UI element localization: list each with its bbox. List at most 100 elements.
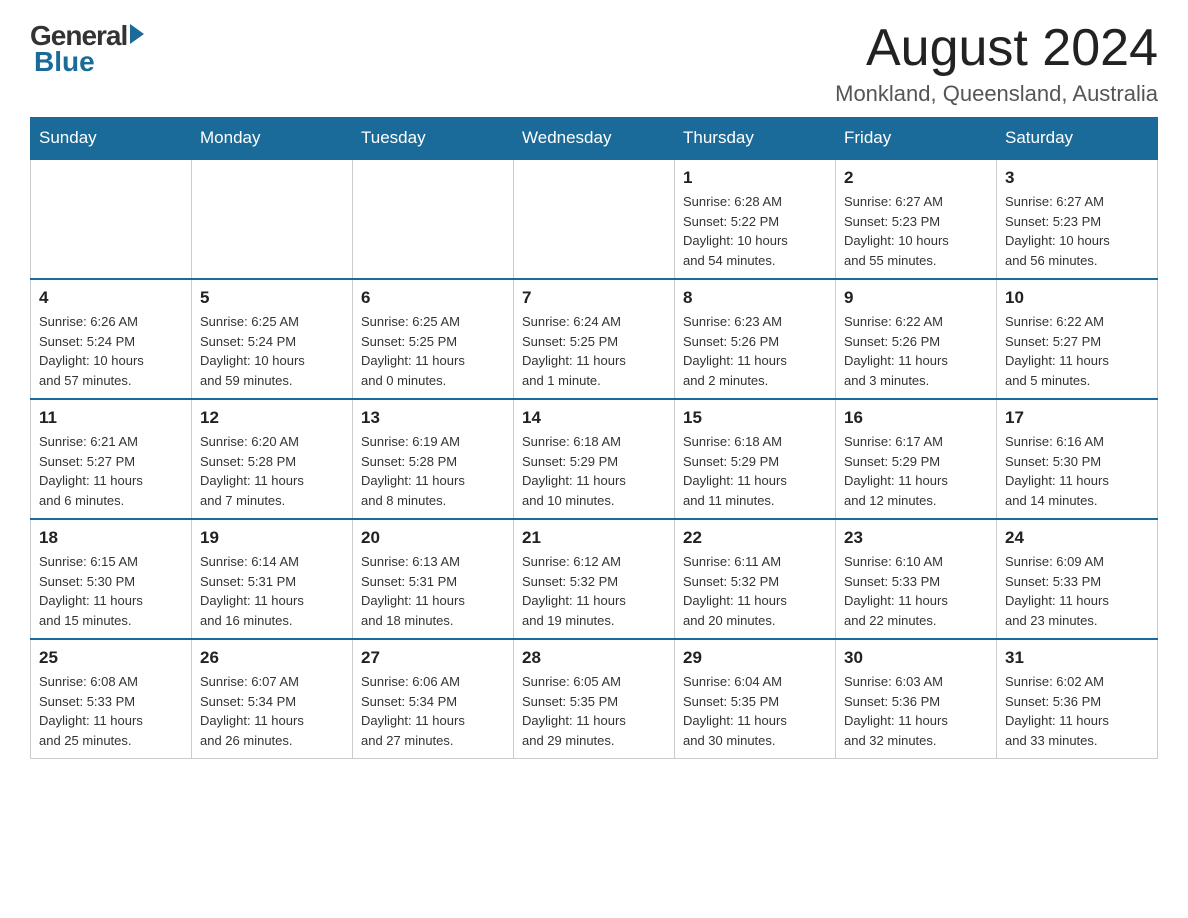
calendar-week-5: 25Sunrise: 6:08 AMSunset: 5:33 PMDayligh… bbox=[31, 639, 1158, 759]
day-info: Sunrise: 6:25 AMSunset: 5:24 PMDaylight:… bbox=[200, 312, 344, 390]
day-info: Sunrise: 6:24 AMSunset: 5:25 PMDaylight:… bbox=[522, 312, 666, 390]
day-number: 29 bbox=[683, 648, 827, 668]
day-info: Sunrise: 6:15 AMSunset: 5:30 PMDaylight:… bbox=[39, 552, 183, 630]
day-header-wednesday: Wednesday bbox=[514, 118, 675, 160]
day-number: 31 bbox=[1005, 648, 1149, 668]
calendar-cell: 28 Sunrise: 6:05 AMSunset: 5:35 PMDayligh… bbox=[514, 639, 675, 759]
calendar-week-1: 1 Sunrise: 6:28 AMSunset: 5:22 PMDaylight… bbox=[31, 159, 1158, 279]
day-info: Sunrise: 6:28 AMSunset: 5:22 PMDaylight:… bbox=[683, 192, 827, 270]
day-info: Sunrise: 6:18 AMSunset: 5:29 PMDaylight:… bbox=[522, 432, 666, 510]
day-info: Sunrise: 6:25 AMSunset: 5:25 PMDaylight:… bbox=[361, 312, 505, 390]
calendar-cell: 29 Sunrise: 6:04 AMSunset: 5:35 PMDayligh… bbox=[675, 639, 836, 759]
day-header-thursday: Thursday bbox=[675, 118, 836, 160]
logo: General Blue bbox=[30, 20, 144, 78]
day-header-friday: Friday bbox=[836, 118, 997, 160]
calendar-week-3: 11 Sunrise: 6:21 AMSunset: 5:27 PMDayligh… bbox=[31, 399, 1158, 519]
calendar-cell: 14Sunrise: 6:18 AMSunset: 5:29 PMDayligh… bbox=[514, 399, 675, 519]
calendar-cell: 31 Sunrise: 6:02 AMSunset: 5:36 PMDayligh… bbox=[997, 639, 1158, 759]
calendar-cell: 21 Sunrise: 6:12 AMSunset: 5:32 PMDayligh… bbox=[514, 519, 675, 639]
day-info: Sunrise: 6:04 AMSunset: 5:35 PMDaylight:… bbox=[683, 672, 827, 750]
calendar-cell: 5 Sunrise: 6:25 AMSunset: 5:24 PMDaylight… bbox=[192, 279, 353, 399]
day-info: Sunrise: 6:27 AMSunset: 5:23 PMDaylight:… bbox=[1005, 192, 1149, 270]
day-info: Sunrise: 6:20 AMSunset: 5:28 PMDaylight:… bbox=[200, 432, 344, 510]
day-info: Sunrise: 6:12 AMSunset: 5:32 PMDaylight:… bbox=[522, 552, 666, 630]
calendar-cell: 4 Sunrise: 6:26 AMSunset: 5:24 PMDaylight… bbox=[31, 279, 192, 399]
calendar-cell: 25Sunrise: 6:08 AMSunset: 5:33 PMDayligh… bbox=[31, 639, 192, 759]
calendar-cell: 19 Sunrise: 6:14 AMSunset: 5:31 PMDayligh… bbox=[192, 519, 353, 639]
day-number: 1 bbox=[683, 168, 827, 188]
day-info: Sunrise: 6:05 AMSunset: 5:35 PMDaylight:… bbox=[522, 672, 666, 750]
day-number: 15 bbox=[683, 408, 827, 428]
day-info: Sunrise: 6:02 AMSunset: 5:36 PMDaylight:… bbox=[1005, 672, 1149, 750]
day-number: 12 bbox=[200, 408, 344, 428]
day-header-sunday: Sunday bbox=[31, 118, 192, 160]
day-info: Sunrise: 6:07 AMSunset: 5:34 PMDaylight:… bbox=[200, 672, 344, 750]
day-number: 19 bbox=[200, 528, 344, 548]
calendar-cell bbox=[192, 159, 353, 279]
day-number: 6 bbox=[361, 288, 505, 308]
day-number: 27 bbox=[361, 648, 505, 668]
calendar-table: SundayMondayTuesdayWednesdayThursdayFrid… bbox=[30, 117, 1158, 759]
day-number: 10 bbox=[1005, 288, 1149, 308]
day-number: 2 bbox=[844, 168, 988, 188]
calendar-cell: 1 Sunrise: 6:28 AMSunset: 5:22 PMDaylight… bbox=[675, 159, 836, 279]
day-number: 3 bbox=[1005, 168, 1149, 188]
day-number: 24 bbox=[1005, 528, 1149, 548]
logo-blue-text: Blue bbox=[34, 46, 95, 78]
day-info: Sunrise: 6:22 AMSunset: 5:27 PMDaylight:… bbox=[1005, 312, 1149, 390]
day-info: Sunrise: 6:14 AMSunset: 5:31 PMDaylight:… bbox=[200, 552, 344, 630]
calendar-cell: 8 Sunrise: 6:23 AMSunset: 5:26 PMDaylight… bbox=[675, 279, 836, 399]
calendar-cell: 10 Sunrise: 6:22 AMSunset: 5:27 PMDayligh… bbox=[997, 279, 1158, 399]
day-number: 13 bbox=[361, 408, 505, 428]
day-number: 17 bbox=[1005, 408, 1149, 428]
day-number: 11 bbox=[39, 408, 183, 428]
day-number: 21 bbox=[522, 528, 666, 548]
calendar-cell: 2 Sunrise: 6:27 AMSunset: 5:23 PMDaylight… bbox=[836, 159, 997, 279]
calendar-cell: 22 Sunrise: 6:11 AMSunset: 5:32 PMDayligh… bbox=[675, 519, 836, 639]
title-section: August 2024 Monkland, Queensland, Austra… bbox=[835, 20, 1158, 107]
day-number: 9 bbox=[844, 288, 988, 308]
day-number: 16 bbox=[844, 408, 988, 428]
calendar-cell: 7 Sunrise: 6:24 AMSunset: 5:25 PMDaylight… bbox=[514, 279, 675, 399]
day-info: Sunrise: 6:19 AMSunset: 5:28 PMDaylight:… bbox=[361, 432, 505, 510]
day-number: 8 bbox=[683, 288, 827, 308]
day-info: Sunrise: 6:16 AMSunset: 5:30 PMDaylight:… bbox=[1005, 432, 1149, 510]
day-info: Sunrise: 6:09 AMSunset: 5:33 PMDaylight:… bbox=[1005, 552, 1149, 630]
day-number: 26 bbox=[200, 648, 344, 668]
day-number: 5 bbox=[200, 288, 344, 308]
calendar-cell: 3 Sunrise: 6:27 AMSunset: 5:23 PMDaylight… bbox=[997, 159, 1158, 279]
day-info: Sunrise: 6:22 AMSunset: 5:26 PMDaylight:… bbox=[844, 312, 988, 390]
calendar-cell: 23 Sunrise: 6:10 AMSunset: 5:33 PMDayligh… bbox=[836, 519, 997, 639]
day-info: Sunrise: 6:23 AMSunset: 5:26 PMDaylight:… bbox=[683, 312, 827, 390]
calendar-cell: 24 Sunrise: 6:09 AMSunset: 5:33 PMDayligh… bbox=[997, 519, 1158, 639]
day-number: 23 bbox=[844, 528, 988, 548]
day-number: 30 bbox=[844, 648, 988, 668]
calendar-cell: 30Sunrise: 6:03 AMSunset: 5:36 PMDayligh… bbox=[836, 639, 997, 759]
calendar-cell bbox=[31, 159, 192, 279]
day-info: Sunrise: 6:27 AMSunset: 5:23 PMDaylight:… bbox=[844, 192, 988, 270]
day-info: Sunrise: 6:11 AMSunset: 5:32 PMDaylight:… bbox=[683, 552, 827, 630]
day-info: Sunrise: 6:17 AMSunset: 5:29 PMDaylight:… bbox=[844, 432, 988, 510]
calendar-cell: 27 Sunrise: 6:06 AMSunset: 5:34 PMDayligh… bbox=[353, 639, 514, 759]
day-info: Sunrise: 6:21 AMSunset: 5:27 PMDaylight:… bbox=[39, 432, 183, 510]
day-info: Sunrise: 6:08 AMSunset: 5:33 PMDaylight:… bbox=[39, 672, 183, 750]
calendar-cell: 15 Sunrise: 6:18 AMSunset: 5:29 PMDayligh… bbox=[675, 399, 836, 519]
day-number: 22 bbox=[683, 528, 827, 548]
day-info: Sunrise: 6:10 AMSunset: 5:33 PMDaylight:… bbox=[844, 552, 988, 630]
calendar-cell: 13 Sunrise: 6:19 AMSunset: 5:28 PMDayligh… bbox=[353, 399, 514, 519]
day-number: 28 bbox=[522, 648, 666, 668]
day-info: Sunrise: 6:26 AMSunset: 5:24 PMDaylight:… bbox=[39, 312, 183, 390]
day-header-monday: Monday bbox=[192, 118, 353, 160]
calendar-cell: 16 Sunrise: 6:17 AMSunset: 5:29 PMDayligh… bbox=[836, 399, 997, 519]
day-number: 4 bbox=[39, 288, 183, 308]
calendar-cell: 6 Sunrise: 6:25 AMSunset: 5:25 PMDaylight… bbox=[353, 279, 514, 399]
day-number: 7 bbox=[522, 288, 666, 308]
calendar-cell: 12 Sunrise: 6:20 AMSunset: 5:28 PMDayligh… bbox=[192, 399, 353, 519]
day-info: Sunrise: 6:18 AMSunset: 5:29 PMDaylight:… bbox=[683, 432, 827, 510]
day-info: Sunrise: 6:06 AMSunset: 5:34 PMDaylight:… bbox=[361, 672, 505, 750]
calendar-body: 1 Sunrise: 6:28 AMSunset: 5:22 PMDaylight… bbox=[31, 159, 1158, 759]
page-header: General Blue August 2024 Monkland, Queen… bbox=[30, 20, 1158, 107]
days-of-week-row: SundayMondayTuesdayWednesdayThursdayFrid… bbox=[31, 118, 1158, 160]
calendar-cell bbox=[353, 159, 514, 279]
day-header-saturday: Saturday bbox=[997, 118, 1158, 160]
